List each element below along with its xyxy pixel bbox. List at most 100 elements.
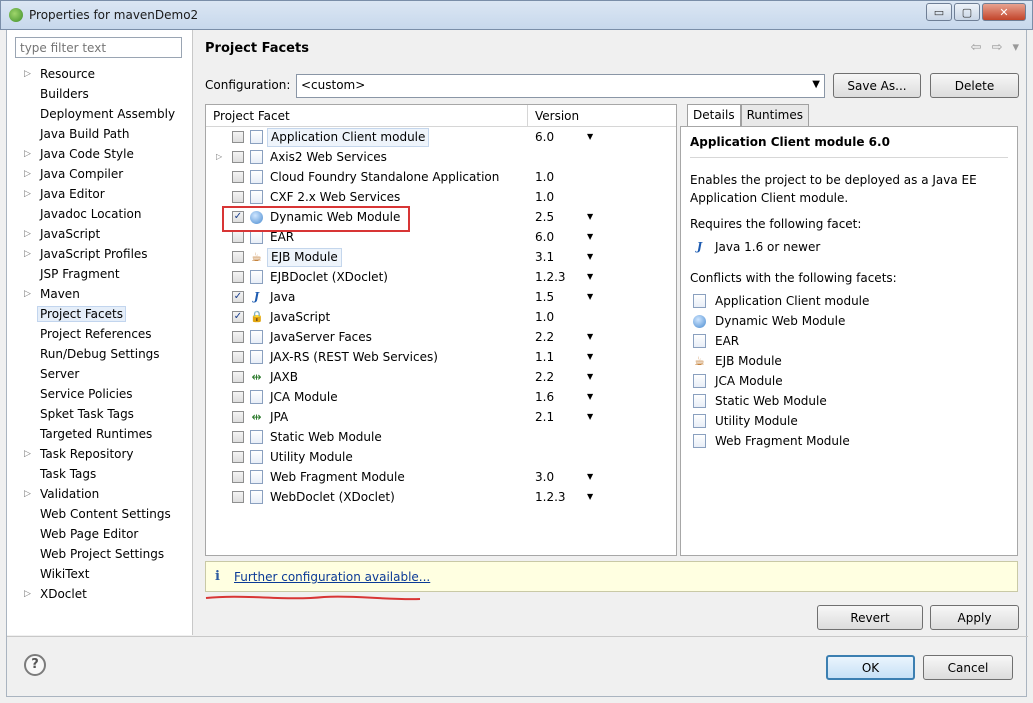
facet-checkbox[interactable]	[232, 191, 244, 203]
facet-checkbox[interactable]	[232, 431, 244, 443]
expand-arrow-icon[interactable]: ▷	[24, 64, 31, 84]
cancel-button[interactable]: Cancel	[923, 655, 1013, 680]
nav-item[interactable]: WikiText	[15, 564, 191, 584]
facet-version[interactable]: 2.1	[535, 407, 554, 427]
version-dropdown-icon[interactable]: ▼	[587, 487, 593, 507]
version-dropdown-icon[interactable]: ▼	[587, 287, 593, 307]
table-row[interactable]: WebDoclet (XDoclet) 1.2.3 ▼	[206, 487, 676, 507]
facet-version[interactable]: 6.0	[535, 127, 554, 147]
table-row[interactable]: Web Fragment Module 3.0 ▼	[206, 467, 676, 487]
apply-button[interactable]: Apply	[930, 605, 1019, 630]
nav-item[interactable]: Project References	[15, 324, 191, 344]
facet-version[interactable]: 2.2	[535, 367, 554, 387]
maximize-button[interactable]: ▢	[954, 3, 980, 21]
facet-checkbox[interactable]	[232, 171, 244, 183]
facet-checkbox[interactable]	[232, 271, 244, 283]
table-row[interactable]: ▷ Axis2 Web Services	[206, 147, 676, 167]
nav-item[interactable]: ▷ Java Editor	[15, 184, 191, 204]
table-row[interactable]: Utility Module	[206, 447, 676, 467]
nav-item[interactable]: ▷ Task Repository	[15, 444, 191, 464]
minimize-button[interactable]: ▭	[926, 3, 952, 21]
table-row[interactable]: Static Web Module	[206, 427, 676, 447]
ok-button[interactable]: OK	[826, 655, 915, 680]
facet-version[interactable]: 2.2	[535, 327, 554, 347]
facet-checkbox[interactable]	[232, 391, 244, 403]
nav-item[interactable]: ▷ Java Compiler	[15, 164, 191, 184]
facet-version[interactable]: 2.5	[535, 207, 554, 227]
view-menu-icon[interactable]: ▾	[1012, 40, 1019, 55]
version-dropdown-icon[interactable]: ▼	[587, 387, 593, 407]
facet-version[interactable]: 3.0	[535, 467, 554, 487]
table-row[interactable]: JAX-RS (REST Web Services) 1.1 ▼	[206, 347, 676, 367]
nav-item[interactable]: Task Tags	[15, 464, 191, 484]
expand-arrow-icon[interactable]: ▷	[24, 484, 31, 504]
facet-checkbox[interactable]	[232, 231, 244, 243]
version-dropdown-icon[interactable]: ▼	[587, 367, 593, 387]
filter-input[interactable]	[15, 37, 182, 58]
nav-item[interactable]: Web Content Settings	[15, 504, 191, 524]
tab-runtimes[interactable]: Runtimes	[740, 104, 809, 126]
table-row[interactable]: Application Client module 6.0 ▼	[206, 127, 676, 147]
facet-checkbox[interactable]	[232, 251, 244, 263]
facet-checkbox[interactable]	[232, 131, 244, 143]
facet-version[interactable]: 1.0	[535, 187, 554, 207]
nav-item[interactable]: Service Policies	[15, 384, 191, 404]
delete-button[interactable]: Delete	[930, 73, 1019, 98]
configuration-select[interactable]: <custom> ▼	[296, 74, 825, 98]
nav-item[interactable]: Java Build Path	[15, 124, 191, 144]
nav-item[interactable]: Spket Task Tags	[15, 404, 191, 424]
nav-item[interactable]: ▷ Java Code Style	[15, 144, 191, 164]
expand-arrow-icon[interactable]: ▷	[24, 584, 31, 604]
facet-version[interactable]: 1.0	[535, 167, 554, 187]
expand-arrow-icon[interactable]: ▷	[24, 184, 31, 204]
nav-item[interactable]: Server	[15, 364, 191, 384]
facet-version[interactable]: 1.5	[535, 287, 554, 307]
facet-checkbox[interactable]	[232, 491, 244, 503]
table-row[interactable]: JCA Module 1.6 ▼	[206, 387, 676, 407]
facet-version[interactable]: 1.0	[535, 307, 554, 327]
nav-item[interactable]: ▷ JavaScript	[15, 224, 191, 244]
version-dropdown-icon[interactable]: ▼	[587, 207, 593, 227]
facet-checkbox[interactable]: ✓	[232, 211, 244, 223]
version-dropdown-icon[interactable]: ▼	[587, 227, 593, 247]
table-row[interactable]: ☕ EJB Module 3.1 ▼	[206, 247, 676, 267]
version-dropdown-icon[interactable]: ▼	[587, 407, 593, 427]
facet-version[interactable]: 1.2.3	[535, 487, 566, 507]
nav-item[interactable]: Run/Debug Settings	[15, 344, 191, 364]
forward-arrow-icon[interactable]: ⇨	[992, 40, 1003, 55]
nav-item[interactable]: ▷ XDoclet	[15, 584, 191, 604]
table-row[interactable]: CXF 2.x Web Services 1.0	[206, 187, 676, 207]
nav-item[interactable]: ▷ Validation	[15, 484, 191, 504]
expand-arrow-icon[interactable]: ▷	[24, 224, 31, 244]
table-row[interactable]: ✓ J Java 1.5 ▼	[206, 287, 676, 307]
facet-checkbox[interactable]	[232, 331, 244, 343]
facet-checkbox[interactable]	[232, 471, 244, 483]
table-row[interactable]: ✓ Dynamic Web Module 2.5 ▼	[206, 207, 676, 227]
column-header-version[interactable]: Version	[528, 105, 676, 127]
table-row[interactable]: ⇹ JAXB 2.2 ▼	[206, 367, 676, 387]
expand-arrow-icon[interactable]: ▷	[24, 444, 31, 464]
nav-item[interactable]: Javadoc Location	[15, 204, 191, 224]
version-dropdown-icon[interactable]: ▼	[587, 267, 593, 287]
nav-item[interactable]: ▷ Resource	[15, 64, 191, 84]
table-row[interactable]: ✓ 🔒 JavaScript 1.0	[206, 307, 676, 327]
table-row[interactable]: Cloud Foundry Standalone Application 1.0	[206, 167, 676, 187]
expand-arrow-icon[interactable]: ▷	[24, 164, 31, 184]
facet-checkbox[interactable]: ✓	[232, 291, 244, 303]
nav-item[interactable]: ▷ Maven	[15, 284, 191, 304]
facet-version[interactable]: 1.6	[535, 387, 554, 407]
nav-item[interactable]: Deployment Assembly	[15, 104, 191, 124]
nav-item[interactable]: Project Facets	[15, 304, 191, 324]
facet-checkbox[interactable]	[232, 351, 244, 363]
nav-item[interactable]: Builders	[15, 84, 191, 104]
facet-version[interactable]: 1.2.3	[535, 267, 566, 287]
facet-checkbox[interactable]	[232, 451, 244, 463]
facet-checkbox[interactable]	[232, 411, 244, 423]
column-header-facet[interactable]: Project Facet	[206, 105, 528, 127]
further-config-link[interactable]: Further configuration available...	[234, 570, 430, 584]
table-row[interactable]: EJBDoclet (XDoclet) 1.2.3 ▼	[206, 267, 676, 287]
expand-arrow-icon[interactable]: ▷	[24, 144, 31, 164]
tab-details[interactable]: Details	[687, 104, 741, 127]
version-dropdown-icon[interactable]: ▼	[587, 467, 593, 487]
save-as-button[interactable]: Save As...	[833, 73, 921, 98]
